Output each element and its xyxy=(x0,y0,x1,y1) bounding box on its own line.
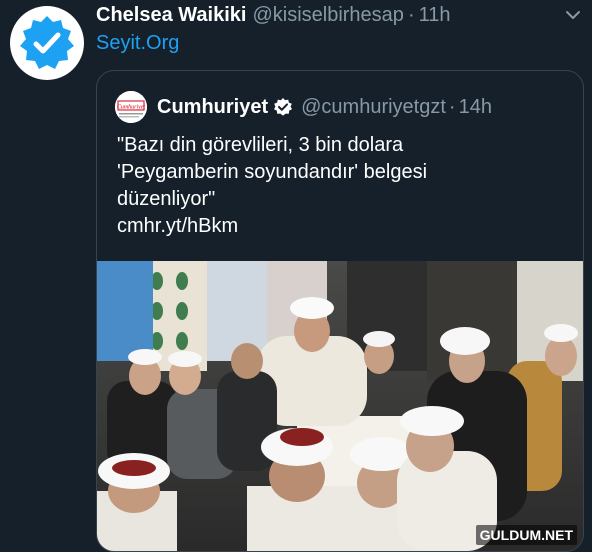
profile-avatar[interactable] xyxy=(10,6,84,80)
quoted-tweet-link[interactable]: cmhr.yt/hBkm xyxy=(117,213,557,240)
tweet-link[interactable]: Seyit.Org xyxy=(96,32,179,55)
separator-dot: · xyxy=(407,4,415,26)
quoted-tweet-card[interactable]: Cumhuriyet Cumhuriyet @cumhuriyetgzt · 1… xyxy=(96,70,584,552)
tweet-header: Chelsea Waikiki @kisiselbirhesap · 11h xyxy=(96,4,568,28)
quoted-tweet-header: Cumhuriyet Cumhuriyet @cumhuriyetgzt · 1… xyxy=(115,91,492,123)
watermark: GULDUM.NET xyxy=(475,525,577,545)
quoted-account-avatar[interactable]: Cumhuriyet xyxy=(115,91,147,123)
cumhuriyet-logo: Cumhuriyet xyxy=(115,91,147,123)
tweet-time[interactable]: 11h xyxy=(419,4,451,27)
verified-badge-icon xyxy=(20,16,74,69)
chevron-down-icon[interactable] xyxy=(564,6,582,24)
logo-text: Cumhuriyet xyxy=(117,105,146,111)
verified-badge-icon xyxy=(273,97,293,117)
separator-dot: · xyxy=(448,95,456,118)
photo-illustration xyxy=(97,261,583,551)
quoted-tweet-line: düzenliyor" xyxy=(117,188,216,210)
quoted-tweet-time[interactable]: 14h xyxy=(459,96,492,119)
quoted-account-handle[interactable]: @cumhuriyetgzt xyxy=(301,96,446,119)
quoted-account-name[interactable]: Cumhuriyet xyxy=(157,96,268,119)
quoted-tweet-line: 'Peygamberin soyundandır' belgesi xyxy=(117,161,428,183)
quoted-tweet-line: "Bazı din görevlileri, 3 bin dolara xyxy=(117,134,404,156)
author-name[interactable]: Chelsea Waikiki xyxy=(96,4,246,27)
quoted-tweet-text: "Bazı din görevlileri, 3 bin dolara 'Pey… xyxy=(117,132,557,240)
tweet-photo[interactable]: GULDUM.NET xyxy=(97,261,583,551)
author-handle[interactable]: @kisiselbirhesap xyxy=(252,4,403,27)
